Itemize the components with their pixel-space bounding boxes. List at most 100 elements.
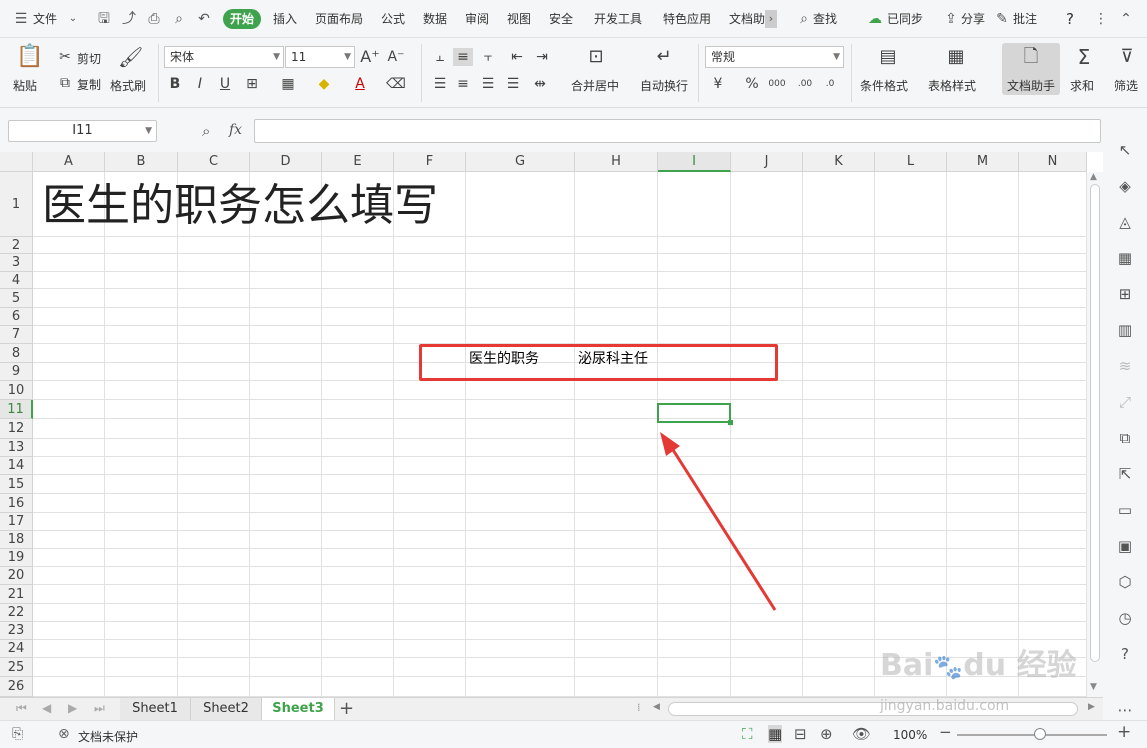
align-center-icon[interactable]: ≡ — [453, 75, 473, 93]
export-icon[interactable]: ⤴ — [120, 10, 138, 28]
column-header-F[interactable]: F — [394, 152, 466, 172]
decrease-decimal-icon[interactable]: .0 — [820, 75, 840, 93]
row-header-23[interactable]: 23 — [0, 622, 33, 640]
column-header-B[interactable]: B — [105, 152, 178, 172]
select-all-corner[interactable] — [0, 152, 33, 172]
next-sheet-icon[interactable]: ▶ — [68, 701, 77, 715]
row-header-14[interactable]: 14 — [0, 457, 33, 475]
chevron-right-icon[interactable]: › — [765, 10, 777, 28]
tab-home[interactable]: 开始 — [223, 9, 262, 29]
zoom-out-icon[interactable]: − — [939, 723, 952, 741]
more-icon[interactable]: ⋯ — [1115, 700, 1135, 720]
tab-review[interactable]: 审阅 — [465, 10, 489, 28]
indent-decrease-icon[interactable]: ⇤ — [507, 48, 527, 66]
row-header-20[interactable]: 20 — [0, 567, 33, 585]
comment-button[interactable]: 批注 — [1013, 10, 1037, 28]
last-sheet-icon[interactable]: ⏭ — [94, 701, 105, 716]
column-header-A[interactable]: A — [33, 152, 105, 172]
gallery-icon[interactable]: ⧉ — [1115, 428, 1135, 448]
align-top-icon[interactable]: ⫠ — [430, 48, 450, 66]
zoom-level[interactable]: 100% — [893, 728, 927, 742]
table-icon[interactable]: ▦ — [1115, 248, 1135, 268]
merge-center-button[interactable]: 合并居中 — [571, 77, 619, 94]
row-header-3[interactable]: 3 — [0, 254, 33, 272]
font-size-select[interactable]: 11 ▼ — [285, 46, 355, 68]
share-button[interactable]: 分享 — [961, 10, 985, 28]
row-header-17[interactable]: 17 — [0, 513, 33, 531]
align-left-icon[interactable]: ☰ — [430, 75, 450, 93]
format-painter-icon[interactable]: 🖌 — [118, 47, 143, 72]
scissors-icon[interactable]: ✂ — [55, 48, 75, 66]
row-header-1[interactable]: 1 — [0, 172, 33, 237]
zoom-in-icon[interactable]: + — [1117, 722, 1131, 742]
print-preview-icon[interactable]: ⌕ — [170, 10, 188, 28]
comment-icon[interactable]: ✎ — [993, 10, 1011, 28]
sum-button[interactable]: 求和 — [1070, 77, 1094, 94]
share-icon[interactable]: ⇪ — [942, 10, 960, 28]
share-out-icon[interactable]: ⇱ — [1115, 464, 1135, 484]
horizontal-scroll-thumb[interactable] — [668, 702, 1078, 716]
fx-icon[interactable]: fx — [229, 122, 242, 138]
row-header-15[interactable]: 15 — [0, 475, 33, 494]
protect-icon[interactable]: ⊗ — [58, 726, 70, 742]
prev-sheet-icon[interactable]: ◀ — [42, 701, 51, 715]
border-icon[interactable]: ⊞ — [242, 75, 262, 93]
row-header-8[interactable]: 8 — [0, 344, 33, 363]
active-cell-selection[interactable] — [657, 403, 731, 423]
help-circle-icon[interactable]: ? — [1115, 644, 1135, 664]
decrease-font-icon[interactable]: A⁻ — [386, 48, 406, 66]
row-header-24[interactable]: 24 — [0, 640, 33, 658]
sheet-tab-1[interactable]: Sheet1 — [120, 698, 191, 720]
fill-color-icon[interactable]: ◆ — [314, 75, 334, 93]
column-header-H[interactable]: H — [575, 152, 658, 172]
column-header-C[interactable]: C — [178, 152, 250, 172]
wrap-text-icon[interactable]: ↵ — [654, 48, 674, 70]
wrap-text-button[interactable]: 自动换行 — [640, 77, 688, 94]
history-icon[interactable]: ◷ — [1115, 608, 1135, 628]
image-icon[interactable]: ▣ — [1115, 536, 1135, 556]
first-sheet-icon[interactable]: ⏮ — [16, 701, 27, 716]
filter-button[interactable]: 筛选 — [1114, 77, 1147, 94]
zoom-formula-icon[interactable]: ⌕ — [202, 122, 210, 140]
column-header-G[interactable]: G — [466, 152, 575, 172]
currency-icon[interactable]: ¥ — [708, 75, 728, 93]
increase-font-icon[interactable]: A⁺ — [360, 48, 380, 66]
file-menu[interactable]: 文件 — [33, 10, 57, 28]
justify-icon[interactable]: ☰ — [503, 75, 523, 93]
row-header-9[interactable]: 9 — [0, 363, 33, 381]
sync-status[interactable]: 已同步 — [887, 10, 923, 28]
column-header-J[interactable]: J — [731, 152, 803, 172]
row-header-5[interactable]: 5 — [0, 289, 33, 308]
scroll-right-icon[interactable]: ▶ — [1088, 702, 1095, 712]
doc-assistant-icon[interactable]: 🗋 — [1021, 48, 1041, 70]
underline-icon[interactable]: U — [215, 75, 235, 93]
cut-button[interactable]: 剪切 — [77, 50, 101, 67]
archive-icon[interactable]: ▭ — [1115, 500, 1135, 520]
collapse-ribbon-icon[interactable]: ⌃ — [1117, 10, 1135, 28]
tab-formula[interactable]: 公式 — [381, 10, 405, 28]
tab-insert[interactable]: 插入 — [273, 10, 297, 28]
split-handle-icon[interactable]: ⁞ — [637, 701, 641, 714]
column-header-L[interactable]: L — [875, 152, 947, 172]
zoom-slider-thumb[interactable] — [1034, 728, 1046, 740]
layers-icon[interactable]: ◬ — [1115, 212, 1135, 232]
doc-assistant-button[interactable]: 文档助手 — [1007, 77, 1055, 94]
add-sheet-icon[interactable]: + — [339, 698, 354, 719]
row-header-25[interactable]: 25 — [0, 658, 33, 677]
percent-icon[interactable]: % — [742, 75, 762, 93]
macro-icon[interactable]: ⎘ — [12, 726, 23, 742]
tab-view[interactable]: 视图 — [507, 10, 531, 28]
font-name-select[interactable]: 宋体 ▼ — [164, 46, 284, 68]
shield-icon[interactable]: ⬡ — [1115, 572, 1135, 592]
filter-icon[interactable]: ⊽ — [1117, 48, 1137, 70]
hamburger-icon[interactable]: ☰ — [12, 10, 30, 28]
scroll-up-icon[interactable]: ▲ — [1090, 172, 1097, 182]
shapes-icon[interactable]: ◈ — [1115, 176, 1135, 196]
align-right-icon[interactable]: ☰ — [478, 75, 498, 93]
transform-icon[interactable]: ⤢ — [1115, 392, 1135, 412]
help-button[interactable]: ? — [1066, 10, 1074, 28]
row-header-12[interactable]: 12 — [0, 419, 33, 439]
cloud-sync-icon[interactable]: ☁ — [866, 10, 884, 28]
row-header-26[interactable]: 26 — [0, 677, 33, 697]
page-break-view-icon[interactable]: ⊟ — [794, 725, 807, 743]
